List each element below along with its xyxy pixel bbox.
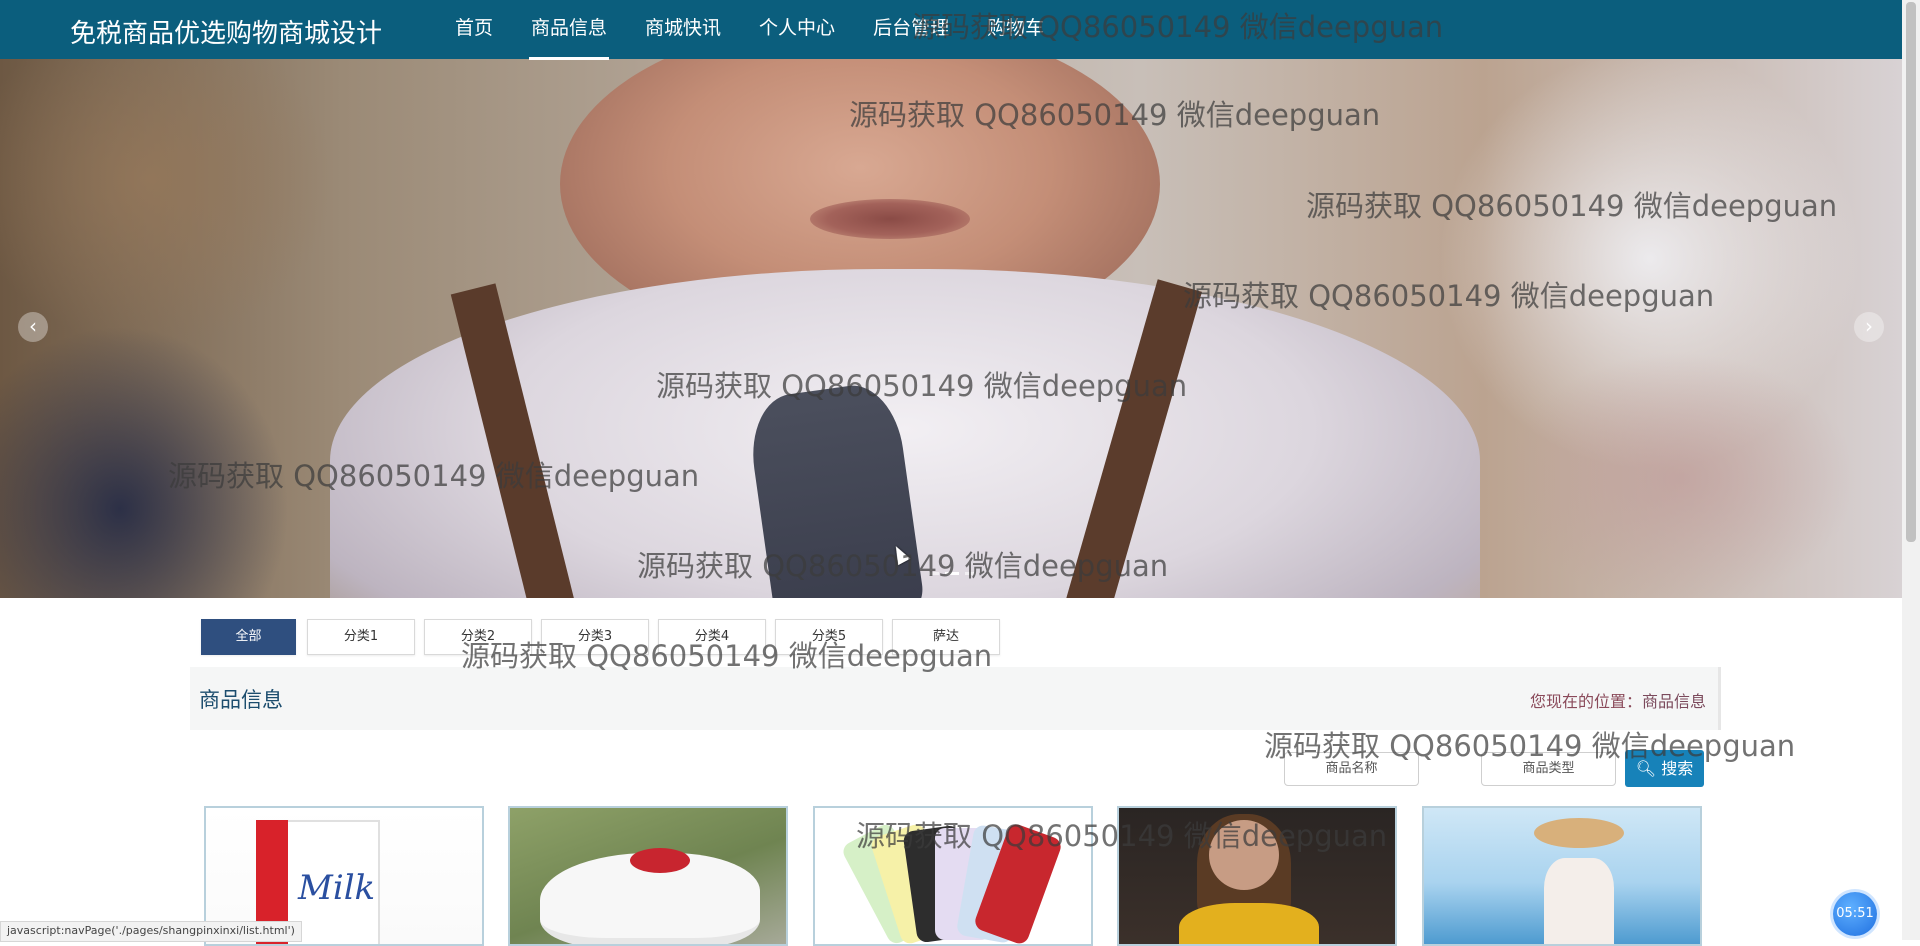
product-card[interactable] (508, 806, 788, 946)
breadcrumb-prefix: 您现在的位置： (1529, 692, 1642, 711)
product-image-beach-dress (1424, 808, 1700, 944)
category-tab-4[interactable]: 分类4 (658, 619, 766, 655)
banner-dot-2[interactable] (945, 572, 959, 575)
banner-carousel: ‹ › (0, 59, 1902, 598)
category-tab-1[interactable]: 分类1 (307, 619, 415, 655)
nav-home[interactable]: 首页 (455, 0, 493, 59)
nav-news[interactable]: 商城快讯 (645, 0, 721, 59)
nav-user-center[interactable]: 个人中心 (759, 0, 835, 59)
top-nav-bar: 免税商品优选购物商城设计 首页 商品信息 商城快讯 个人中心 后台管理 购物车 (0, 0, 1902, 60)
product-name-input[interactable]: 商品名称 (1284, 752, 1419, 786)
category-tab-2[interactable]: 分类2 (424, 619, 532, 655)
search-button-label: 搜索 (1661, 759, 1694, 778)
banner-indicators (929, 572, 981, 575)
product-image-phone (815, 808, 1091, 944)
scrollbar-thumb[interactable] (1906, 2, 1916, 542)
banner-next-button[interactable]: › (1854, 312, 1884, 342)
category-tab-sada[interactable]: 萨达 (892, 619, 1000, 655)
search-icon: 🔍︎ (1635, 759, 1657, 778)
product-image-yellow-top (1119, 808, 1395, 944)
banner-dot-1[interactable] (929, 572, 939, 575)
category-tabs: 全部 分类1 分类2 分类3 分类4 分类5 萨达 (201, 619, 1009, 655)
section-title: 商品信息 (199, 688, 283, 712)
chevron-left-icon: ‹ (29, 314, 37, 338)
banner-dot-3[interactable] (965, 572, 975, 575)
breadcrumb-current: 商品信息 (1641, 692, 1706, 711)
main-nav: 首页 商品信息 商城快讯 个人中心 后台管理 购物车 (455, 0, 1082, 60)
banner-prev-button[interactable]: ‹ (18, 312, 48, 342)
chevron-right-icon: › (1865, 314, 1873, 338)
category-tab-all[interactable]: 全部 (201, 619, 296, 655)
product-image-sneaker (510, 808, 786, 944)
site-title[interactable]: 免税商品优选购物商城设计 (70, 13, 382, 50)
category-tab-5[interactable]: 分类5 (775, 619, 883, 655)
nav-cart[interactable]: 购物车 (987, 0, 1044, 59)
product-type-input[interactable]: 商品类型 (1481, 752, 1616, 786)
banner-photo-mouth (810, 199, 970, 239)
product-card[interactable] (1422, 806, 1702, 946)
section-header: 商品信息 您现在的位置：商品信息 (190, 667, 1721, 730)
product-card[interactable] (1117, 806, 1397, 946)
nav-admin[interactable]: 后台管理 (873, 0, 949, 59)
search-button[interactable]: 🔍︎ 搜索 (1625, 750, 1704, 787)
product-card[interactable] (813, 806, 1093, 946)
breadcrumb: 您现在的位置：商品信息 (1530, 688, 1706, 712)
recording-timer[interactable]: 05:51 (1833, 892, 1877, 936)
browser-status-bar: javascript:navPage('./pages/shangpinxinx… (0, 921, 302, 942)
page-scrollbar[interactable] (1902, 0, 1920, 940)
category-tab-3[interactable]: 分类3 (541, 619, 649, 655)
nav-products[interactable]: 商品信息 (529, 0, 610, 60)
